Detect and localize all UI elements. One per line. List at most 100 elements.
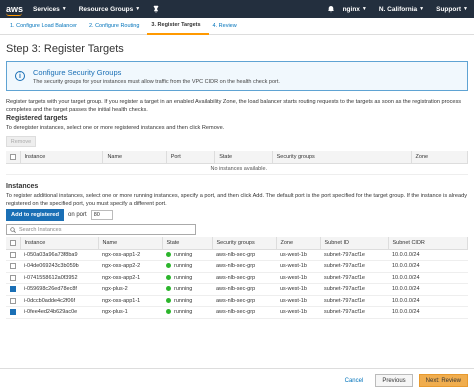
row-checkbox[interactable] [10,286,16,293]
subnet-cidr: 10.0.0.0/24 [392,251,420,258]
zone: us-west-1b [280,286,307,293]
wizard-steps: 1. Configure Load Balancer 2. Configure … [0,18,474,35]
running-status-icon [166,309,171,315]
remove-button[interactable]: Remove [6,136,36,147]
port-label: on port [68,212,87,218]
intro-text: Register targets with your target group.… [6,99,462,113]
row-checkbox[interactable] [10,251,16,258]
aws-logo[interactable]: aws [6,4,23,16]
resource-groups-menu[interactable]: Resource Groups ▼ [79,6,141,13]
tab-configure-load-balancer[interactable]: 1. Configure Load Balancer [6,18,85,35]
table-row[interactable]: i-0fee4ed24b629ac0e ngx-plus-1 running aws-… [6,306,468,319]
tab-review[interactable]: 4. Review [209,18,245,35]
zone: us-west-1b [280,309,307,316]
zone: us-west-1b [280,274,307,281]
running-status-icon [166,274,171,280]
subnet-cidr: 10.0.0.0/24 [392,263,420,270]
select-all-checkbox[interactable] [10,153,16,160]
region-menu[interactable]: N. California ▼ [379,6,424,13]
row-checkbox[interactable] [10,309,16,316]
port-input[interactable]: 80 [90,210,113,220]
services-menu[interactable]: Services ▼ [33,6,67,13]
instance-id: i-0dccb0adde4c2f06f [24,297,76,304]
page-title: Step 3: Register Targets [6,43,124,55]
search-placeholder: Search Instances [19,226,62,233]
row-checkbox[interactable] [10,263,16,270]
instance-id: i-04de069243c3b059b [24,263,79,270]
col-name[interactable]: Name [98,237,163,250]
empty-message: No instances available. [6,163,468,175]
registered-targets-heading: Registered targets [6,115,68,122]
wizard-footer: Cancel Previous Next: Review [0,368,474,392]
top-nav-bar: aws Services ▼ Resource Groups ▼ nginx ▼ N.… [0,0,474,18]
row-checkbox[interactable] [10,274,16,281]
instance-id: i-0741558612a0f3952 [24,274,78,281]
table-row[interactable]: i-0dccb0adde4c2f06f ngx-oss-app1-1 running… [6,295,468,307]
previous-button[interactable]: Previous [375,374,413,387]
subnet-cidr: 10.0.0.0/24 [392,309,420,316]
col-name[interactable]: Name [102,151,167,164]
running-status-icon [166,263,171,269]
instance-name: ngx-plus-2 [102,286,128,293]
col-subnet-cidr[interactable]: Subnet CIDR [388,237,468,250]
search-input[interactable]: Search Instances [6,224,196,235]
instance-state: running [174,286,193,293]
subnet-id: subnet-797acf1e [324,263,365,270]
col-state[interactable]: State [214,151,273,164]
add-controls: Add to registered on port 80 [6,209,468,221]
bell-icon[interactable] [327,5,335,13]
tab-register-targets[interactable]: 3. Register Targets [147,18,209,35]
subnet-cidr: 10.0.0.0/24 [392,286,420,293]
registered-targets-table: Instance Name Port State Security groups… [6,151,469,175]
instance-state: running [174,274,193,281]
running-status-icon [166,297,171,303]
instance-state: running [174,251,193,258]
security-group: aws-nlb-sec-grp [216,274,256,281]
subnet-cidr: 10.0.0.0/24 [392,297,420,304]
col-state[interactable]: State [162,237,213,250]
select-all-checkbox[interactable] [10,239,16,246]
instances-table: Instance Name State Security groups Zone… [6,237,468,319]
col-zone[interactable]: Zone [276,237,321,250]
tab-configure-routing[interactable]: 2. Configure Routing [85,18,147,35]
security-group: aws-nlb-sec-grp [216,297,256,304]
row-checkbox[interactable] [10,297,16,304]
registered-description: To deregister instances, select one or m… [6,125,225,131]
col-instance[interactable]: Instance [20,151,104,164]
col-subnet-id[interactable]: Subnet ID [320,237,389,250]
col-port[interactable]: Port [166,151,216,164]
instance-name: ngx-oss-app1-2 [102,251,141,258]
instance-name: ngx-oss-app1-1 [102,297,141,304]
instance-state: running [174,297,193,304]
table-row[interactable]: i-0741558612a0f3952 ngx-oss-app2-1 running… [6,272,468,284]
col-zone[interactable]: Zone [411,151,469,164]
cancel-link[interactable]: Cancel [345,378,364,384]
info-description: The security groups for your instances m… [33,78,280,85]
info-banner: i Configure Security Groups The security… [6,61,468,91]
instances-description: To register additional instances, select… [6,193,468,207]
zone: us-west-1b [280,297,307,304]
table-row[interactable]: i-04de069243c3b059b ngx-oss-app2-2 running… [6,260,468,273]
instance-state: running [174,309,193,316]
subnet-id: subnet-797acf1e [324,251,365,258]
chevron-down-icon: ▼ [463,6,468,12]
instances-heading: Instances [6,183,39,190]
table-row[interactable]: i-059698c26ed78ec8f ngx-plus-2 running aws-… [6,283,468,296]
zone: us-west-1b [280,263,307,270]
table-row[interactable]: i-050a03a96a73f8ba9 ngx-oss-app1-2 running… [6,249,468,261]
col-instance[interactable]: Instance [20,237,99,250]
instance-state: running [174,263,193,270]
pin-icon[interactable] [152,5,160,13]
next-review-button[interactable]: Next: Review [418,374,468,387]
col-security-groups[interactable]: Security groups [212,237,277,250]
running-status-icon [166,286,171,292]
user-menu[interactable]: nginx ▼ [343,6,367,13]
col-security-groups[interactable]: Security groups [272,151,412,164]
add-to-registered-button[interactable]: Add to registered [6,209,64,221]
instance-id: i-050a03a96a73f8ba9 [24,251,78,258]
support-menu[interactable]: Support ▼ [436,6,468,13]
chevron-down-icon: ▼ [419,6,425,12]
search-icon [10,226,16,233]
subnet-id: subnet-797acf1e [324,309,365,316]
running-status-icon [166,251,171,257]
